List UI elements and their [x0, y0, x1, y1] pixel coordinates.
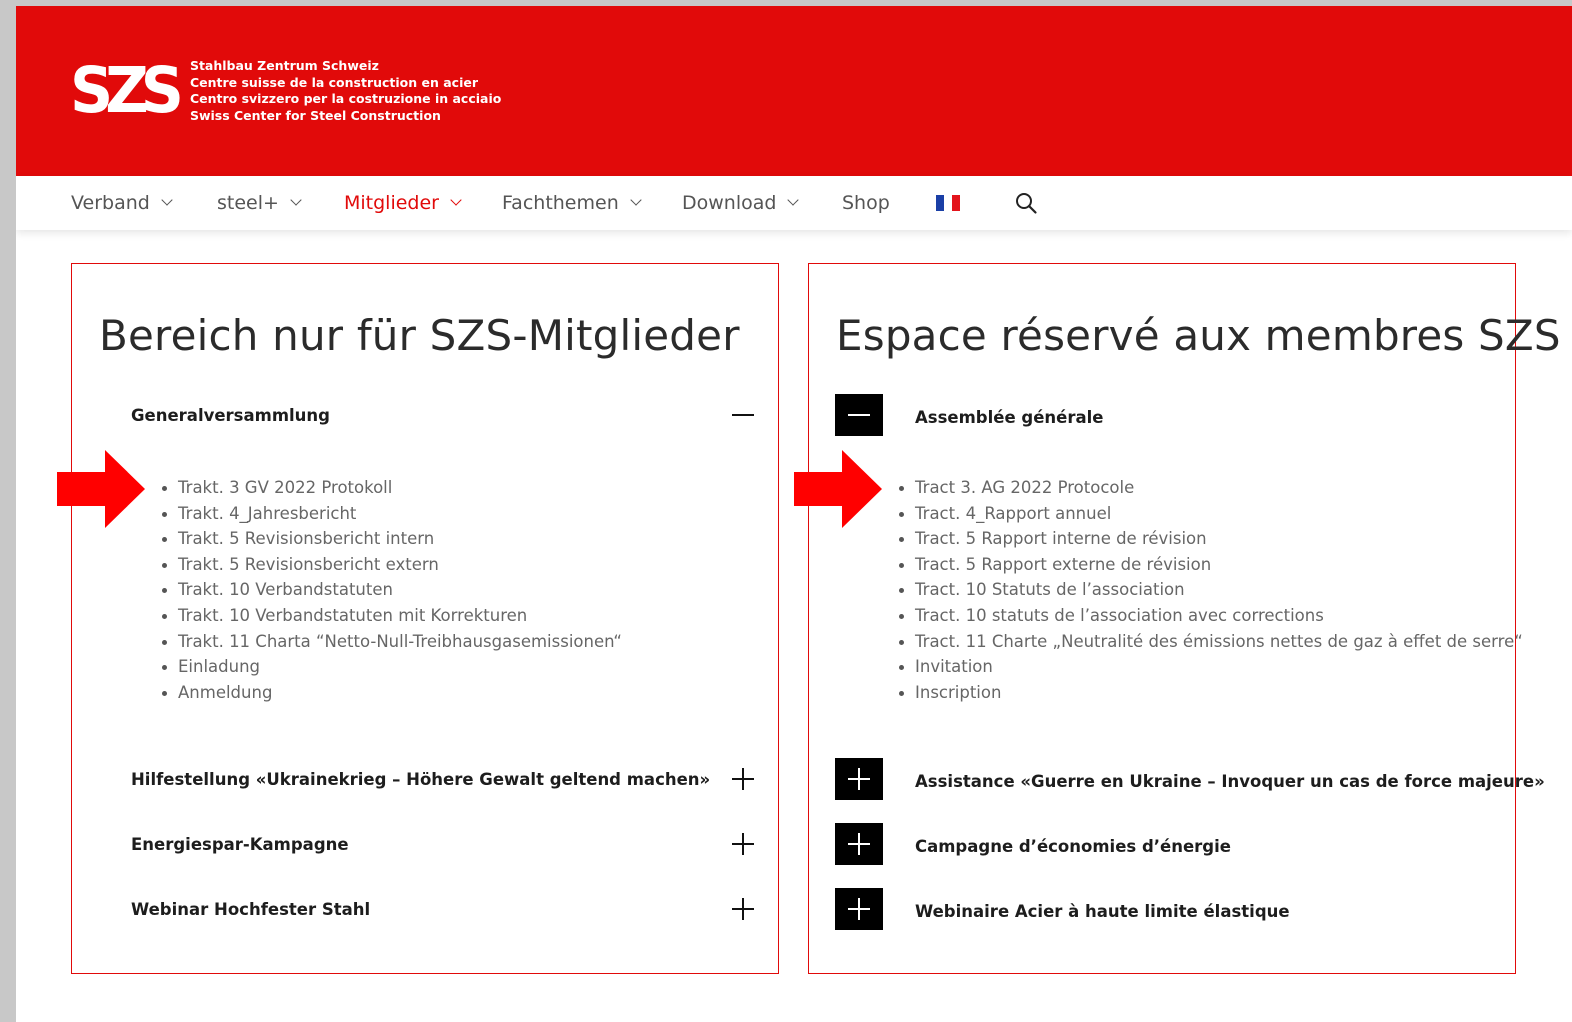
flag-stripe-white	[944, 195, 952, 211]
list-item[interactable]: Tract. 10 statuts de l’association avec …	[899, 603, 1523, 629]
list-item[interactable]: Trakt. 3 GV 2022 Protokoll	[162, 475, 622, 501]
list-item[interactable]: Invitation	[899, 654, 1523, 680]
list-item[interactable]: Tract. 10 Statuts de l’association	[899, 577, 1523, 603]
list-item[interactable]: Trakt. 10 Verbandstatuten mit Korrekture…	[162, 603, 622, 629]
logo-line-en: Swiss Center for Steel Construction	[189, 107, 441, 123]
chevron-down-icon	[290, 194, 302, 206]
list-item[interactable]: Anmeldung	[162, 680, 622, 706]
red-arrow-icon	[57, 450, 145, 528]
nav-label: Download	[682, 192, 777, 214]
chevron-down-icon	[161, 194, 173, 206]
members-area-fr: Espace réservé aux membres SZS Assemblée…	[794, 263, 1561, 974]
nav-item-mitglieder[interactable]: Mitglieder	[344, 176, 462, 230]
list-item[interactable]: Trakt. 5 Revisionsbericht intern	[162, 526, 622, 552]
accordion-title: Webinar Hochfester Stahl	[131, 899, 371, 919]
card-title: Bereich nur für SZS-Mitglieder	[99, 311, 740, 360]
page: SZS Stahlbau Zentrum Schweiz Centre suis…	[16, 6, 1572, 1022]
accordion-title: Energiespar-Kampagne	[131, 834, 349, 854]
logo-mark: SZS	[70, 54, 184, 128]
nav-label: Verband	[71, 192, 150, 214]
accordion-title: Hilfestellung «Ukrainekrieg – Höhere Gew…	[131, 769, 711, 789]
szs-logo[interactable]: SZS Stahlbau Zentrum Schweiz Centre suis…	[70, 56, 501, 126]
search-icon[interactable]	[1014, 191, 1038, 215]
accordion-generalversammlung[interactable]: Generalversammlung	[72, 392, 778, 438]
list-item[interactable]: Tract 3. AG 2022 Protocole	[899, 475, 1523, 501]
nav-label: Shop	[842, 192, 890, 214]
plus-icon[interactable]	[732, 768, 754, 790]
nav-label: steel+	[217, 192, 279, 214]
chevron-down-icon	[450, 194, 462, 206]
logo-line-de: Stahlbau Zentrum Schweiz	[189, 58, 379, 73]
accordion-assemblee-generale[interactable]: Assemblée générale	[809, 394, 1515, 440]
list-item[interactable]: Trakt. 4_Jahresbericht	[162, 501, 622, 527]
minus-icon[interactable]	[835, 394, 883, 436]
red-arrow-icon	[794, 450, 882, 528]
list-item[interactable]: Inscription	[899, 680, 1523, 706]
main-nav: Verband steel+ Mitglieder Fachthemen Dow…	[16, 176, 1572, 230]
accordion-title: Campagne d’économies d’énergie	[915, 836, 1231, 856]
nav-item-steel-plus[interactable]: steel+	[217, 176, 302, 230]
plus-icon[interactable]	[835, 888, 883, 930]
list-item[interactable]: Tract. 4_Rapport annuel	[899, 501, 1523, 527]
list-item[interactable]: Trakt. 11 Charta “Netto-Null-Treibhausga…	[162, 629, 622, 655]
accordion-title: Assistance «Guerre en Ukraine – Invoquer…	[915, 771, 1545, 791]
list-item[interactable]: Tract. 11 Charte „Neutralité des émissio…	[899, 629, 1523, 655]
accordion-webinaire[interactable]: Webinaire Acier à haute limite élastique	[809, 888, 1515, 934]
accordion-title: Generalversammlung	[131, 405, 330, 425]
france-flag-icon[interactable]	[936, 195, 960, 211]
list-item[interactable]: Tract. 5 Rapport externe de révision	[899, 552, 1523, 578]
document-list: Tract 3. AG 2022 Protocole Tract. 4_Rapp…	[899, 475, 1523, 705]
accordion-title: Assemblée générale	[915, 407, 1104, 427]
flag-stripe-blue	[936, 195, 944, 211]
header-bar: SZS Stahlbau Zentrum Schweiz Centre suis…	[16, 6, 1572, 176]
logo-line-it: Centro svizzero per la costruzione in ac…	[189, 91, 502, 106]
accordion-ukrainekrieg[interactable]: Hilfestellung «Ukrainekrieg – Höhere Gew…	[72, 756, 778, 802]
members-area-de: Bereich nur für SZS-Mitglieder Generalve…	[57, 263, 779, 974]
nav-item-download[interactable]: Download	[682, 176, 800, 230]
nav-item-fachthemen[interactable]: Fachthemen	[502, 176, 642, 230]
nav-item-shop[interactable]: Shop	[842, 176, 890, 230]
list-item[interactable]: Tract. 5 Rapport interne de révision	[899, 526, 1523, 552]
plus-icon[interactable]	[835, 758, 883, 800]
document-list: Trakt. 3 GV 2022 Protokoll Trakt. 4_Jahr…	[162, 475, 622, 705]
nav-label: Fachthemen	[502, 192, 619, 214]
accordion-title: Webinaire Acier à haute limite élastique	[915, 901, 1290, 921]
flag-stripe-red	[952, 195, 960, 211]
list-item[interactable]: Trakt. 10 Verbandstatuten	[162, 577, 622, 603]
plus-icon[interactable]	[732, 898, 754, 920]
plus-icon[interactable]	[732, 833, 754, 855]
plus-icon[interactable]	[835, 823, 883, 865]
list-item[interactable]: Einladung	[162, 654, 622, 680]
accordion-webinar[interactable]: Webinar Hochfester Stahl	[72, 886, 778, 932]
logo-line-fr: Centre suisse de la construction en acie…	[189, 74, 479, 90]
logo-text: Stahlbau Zentrum Schweiz Centre suisse d…	[190, 58, 501, 124]
nav-item-verband[interactable]: Verband	[71, 176, 173, 230]
list-item[interactable]: Trakt. 5 Revisionsbericht extern	[162, 552, 622, 578]
card-title: Espace réservé aux membres SZS	[836, 311, 1561, 360]
accordion-energiespar[interactable]: Energiespar-Kampagne	[72, 821, 778, 867]
minus-icon[interactable]	[732, 404, 754, 426]
accordion-guerre-ukraine[interactable]: Assistance «Guerre en Ukraine – Invoquer…	[809, 758, 1545, 804]
chevron-down-icon	[787, 194, 800, 206]
chevron-down-icon	[630, 194, 642, 206]
nav-label: Mitglieder	[344, 192, 439, 214]
accordion-economies-energie[interactable]: Campagne d’économies d’énergie	[809, 823, 1515, 869]
